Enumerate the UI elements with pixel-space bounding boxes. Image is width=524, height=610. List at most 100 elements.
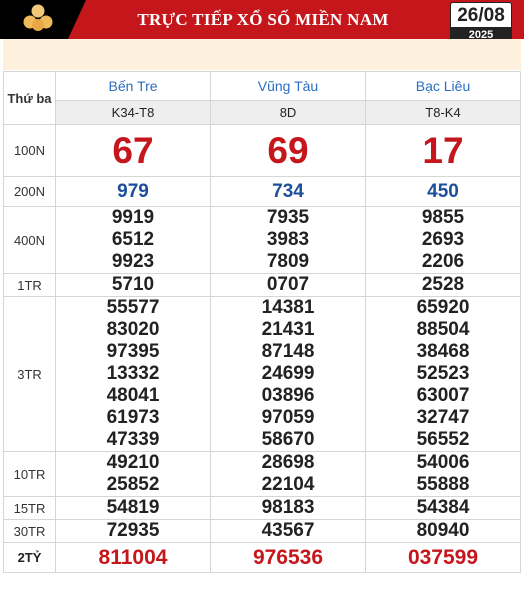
prize-number: 3983 (266, 229, 310, 250)
prize-number: 61973 (106, 407, 160, 428)
province-name-ben-tre[interactable]: Bến Tre (55, 71, 211, 101)
prize-number: 72935 (106, 520, 160, 541)
prize-cell: 5710 (55, 273, 211, 297)
prize-number: 32747 (416, 407, 470, 428)
prize-number: 2206 (421, 251, 465, 272)
province-code-vung-tau: 8D (210, 100, 366, 125)
info-band (3, 39, 521, 70)
prize-cell: 2528 (365, 273, 521, 297)
logo-area (0, 0, 86, 39)
date-day-month: 26/08 (457, 5, 505, 26)
prize-number: 6512 (111, 229, 155, 250)
prize-number: 7935 (266, 207, 310, 228)
prize-number: 97059 (261, 407, 315, 428)
prize-cell: 976536 (210, 542, 366, 573)
special-prize-number: 811004 (98, 546, 168, 569)
prize-row-2ty: 2TỶ 811004 976536 037599 (3, 542, 521, 573)
prize-label: 15TR (3, 496, 56, 520)
lottery-balls-icon (23, 4, 53, 31)
prize-number: 69 (267, 130, 309, 171)
prize-cell: 9919 6512 9923 (55, 206, 211, 274)
prize-row-15tr: 15TR 54819 98183 54384 (3, 496, 521, 520)
prize-row-100n: 100N 67 69 17 (3, 124, 521, 177)
prize-number: 43567 (261, 520, 315, 541)
prize-number: 65920 (416, 297, 470, 318)
prize-number: 14381 (261, 297, 315, 318)
prize-number: 88504 (416, 319, 470, 340)
prize-cell: 979 (55, 176, 211, 207)
prize-row-400n: 400N 9919 6512 9923 7935 3983 7809 9855 … (3, 206, 521, 274)
prize-label: 1TR (3, 273, 56, 297)
prize-label: 30TR (3, 519, 56, 543)
prize-number: 58670 (261, 429, 315, 450)
prize-cell: 54819 (55, 496, 211, 520)
prize-number: 55888 (416, 474, 470, 495)
prize-row-30tr: 30TR 72935 43567 80940 (3, 519, 521, 543)
prize-number: 9923 (111, 251, 155, 272)
prize-number: 28698 (261, 452, 315, 473)
prize-number: 52523 (416, 363, 470, 384)
prize-number: 67 (112, 130, 154, 171)
prize-number: 97395 (106, 341, 160, 362)
prize-cell: 49210 25852 (55, 451, 211, 497)
province-code-ben-tre: K34-T8 (55, 100, 211, 125)
prize-number: 48041 (106, 385, 160, 406)
prize-label: 10TR (3, 451, 56, 497)
prize-number: 63007 (416, 385, 470, 406)
prize-number: 450 (427, 181, 459, 202)
prize-number: 49210 (106, 452, 160, 473)
page-title: TRỰC TIẾP XỔ SỐ MIỀN NAM (137, 10, 389, 29)
prize-number: 2528 (421, 274, 465, 295)
prize-cell: 734 (210, 176, 366, 207)
prize-cell: 54006 55888 (365, 451, 521, 497)
code-row: K34-T8 8D T8-K4 (4, 100, 521, 125)
prize-number: 03896 (261, 385, 315, 406)
prize-cell: 17 (365, 124, 521, 177)
prize-number: 54006 (416, 452, 470, 473)
prize-cell: 72935 (55, 519, 211, 543)
prize-cell: 7935 3983 7809 (210, 206, 366, 274)
province-code-bac-lieu: T8-K4 (365, 100, 521, 125)
prize-cell: 037599 (365, 542, 521, 573)
prize-cell: 55577 83020 97395 13332 48041 61973 4733… (55, 296, 211, 452)
prize-number: 38468 (416, 341, 470, 362)
special-prize-number: 037599 (407, 546, 479, 569)
prize-cell: 28698 22104 (210, 451, 366, 497)
prize-cell: 9855 2693 2206 (365, 206, 521, 274)
prize-cell: 98183 (210, 496, 366, 520)
prize-cell: 0707 (210, 273, 366, 297)
prize-number: 9919 (111, 207, 155, 228)
prize-number: 83020 (106, 319, 160, 340)
province-row: Thứ ba Bến Tre Vũng Tàu Bạc Liêu (3, 71, 521, 125)
prize-number: 80940 (416, 520, 470, 541)
prize-cell: 80940 (365, 519, 521, 543)
prize-row-1tr: 1TR 5710 0707 2528 (3, 273, 521, 297)
province-name-bac-lieu[interactable]: Bạc Liêu (365, 71, 521, 101)
prize-cell: 69 (210, 124, 366, 177)
prize-number: 22104 (261, 474, 315, 495)
prize-number: 21431 (261, 319, 315, 340)
prize-cell: 65920 88504 38468 52523 63007 32747 5655… (365, 296, 521, 452)
prize-number: 734 (272, 181, 304, 202)
prize-number: 55577 (106, 297, 160, 318)
prize-number: 54819 (106, 497, 160, 518)
prize-label: 3TR (3, 296, 56, 452)
prize-number: 56552 (416, 429, 470, 450)
prize-row-3tr: 3TR 55577 83020 97395 13332 48041 61973 … (3, 296, 521, 452)
prize-number: 7809 (266, 251, 310, 272)
province-name-vung-tau[interactable]: Vũng Tàu (210, 71, 366, 101)
prize-number: 98183 (261, 497, 315, 518)
prize-number: 47339 (106, 429, 160, 450)
prize-number: 13332 (106, 363, 160, 384)
header-bar: TRỰC TIẾP XỔ SỐ MIỀN NAM 26/08 2025 (0, 0, 524, 43)
results-table: Thứ ba Bến Tre Vũng Tàu Bạc Liêu K34-T8 … (3, 71, 521, 573)
prize-cell: 43567 (210, 519, 366, 543)
prize-row-10tr: 10TR 49210 25852 28698 22104 54006 55888 (3, 451, 521, 497)
prize-number: 17 (422, 130, 464, 171)
date-badge: 26/08 2025 (450, 2, 512, 43)
prize-number: 24699 (261, 363, 315, 384)
prize-number: 9855 (421, 207, 465, 228)
prize-number: 54384 (416, 497, 470, 518)
prize-number: 25852 (106, 474, 160, 495)
prize-cell: 67 (55, 124, 211, 177)
